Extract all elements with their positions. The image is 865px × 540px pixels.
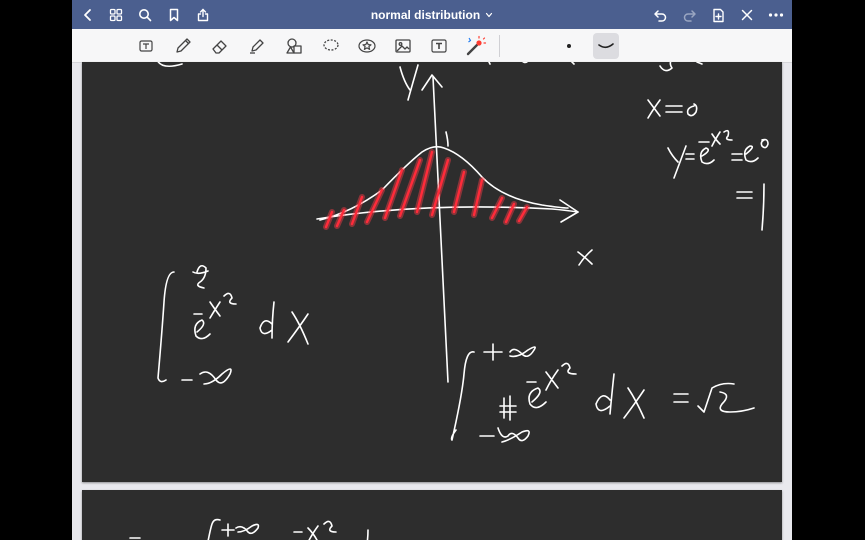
handwriting-canvas-2[interactable]: [82, 490, 782, 540]
tick-label-one: [445, 131, 449, 147]
text-scan-icon[interactable]: [133, 33, 159, 59]
close-icon[interactable]: [735, 3, 759, 27]
y-axis-label: [399, 64, 419, 101]
strikeout-mark: [499, 395, 517, 421]
document-title[interactable]: normal distribution: [332, 0, 532, 29]
integral-sign-3: [207, 518, 221, 540]
sticker-icon[interactable]: [354, 33, 380, 59]
back-icon[interactable]: [76, 3, 100, 27]
sqrt-pi: [697, 382, 755, 413]
title-bar: normal distribution: [72, 0, 792, 29]
eraser-icon[interactable]: [207, 33, 233, 59]
y-axis: [432, 76, 449, 383]
highlighter-icon[interactable]: [244, 33, 270, 59]
image-icon[interactable]: [390, 33, 416, 59]
x-axis-label: [577, 249, 593, 266]
integrand-3-dx: [366, 529, 369, 540]
integral-lower-limit: [181, 368, 232, 385]
notebook-page[interactable]: [82, 62, 782, 482]
ink-stroke: [659, 62, 703, 72]
notes-app: normal distribution: [72, 0, 792, 540]
grid-icon[interactable]: [104, 3, 128, 27]
integral-sign-2: [450, 351, 475, 441]
curve-stroke-icon[interactable]: [593, 33, 619, 59]
ink-stroke: [488, 62, 575, 65]
note-equals-one: [736, 183, 765, 231]
integrand-e-power: [193, 292, 237, 340]
integrand-2-e-power: [526, 362, 577, 409]
share-icon[interactable]: [191, 3, 215, 27]
textbox-icon[interactable]: [426, 33, 452, 59]
y-axis-arrow: [421, 74, 443, 91]
undo-icon[interactable]: [648, 3, 672, 27]
integral-2-lower-limit: [479, 427, 530, 443]
integral-2-upper-limit: [483, 343, 536, 361]
ink-stroke: [157, 62, 183, 68]
lasso-icon[interactable]: [318, 33, 344, 59]
pen-icon[interactable]: [170, 33, 196, 59]
integrand-2-dx: [595, 373, 645, 419]
integrand-dx: [259, 301, 309, 345]
notebook-page-2[interactable]: [82, 490, 782, 540]
document-title-text: normal distribution: [370, 7, 481, 22]
laser-pointer-icon[interactable]: [463, 33, 489, 59]
integral-sign: [157, 271, 175, 383]
stroke-dot-icon[interactable]: [556, 33, 582, 59]
note-y-equals-e-power: [667, 129, 769, 179]
integrand-3: [293, 520, 337, 540]
add-page-icon[interactable]: [706, 3, 730, 27]
search-icon[interactable]: [133, 3, 157, 27]
drawing-toolbar: [72, 29, 792, 63]
redo-icon[interactable]: [677, 3, 701, 27]
shapes-icon[interactable]: [281, 33, 307, 59]
equals-sign: [673, 393, 689, 403]
integral-upper-limit: [192, 264, 209, 289]
integral-3-upper-limit: [221, 523, 260, 537]
more-icon[interactable]: [764, 3, 788, 27]
toolbar-divider: [499, 35, 500, 57]
note-x-equals-0: [647, 99, 698, 119]
handwriting-canvas[interactable]: [82, 62, 782, 482]
chevron-down-icon: [485, 11, 493, 19]
bookmark-icon[interactable]: [162, 3, 186, 27]
